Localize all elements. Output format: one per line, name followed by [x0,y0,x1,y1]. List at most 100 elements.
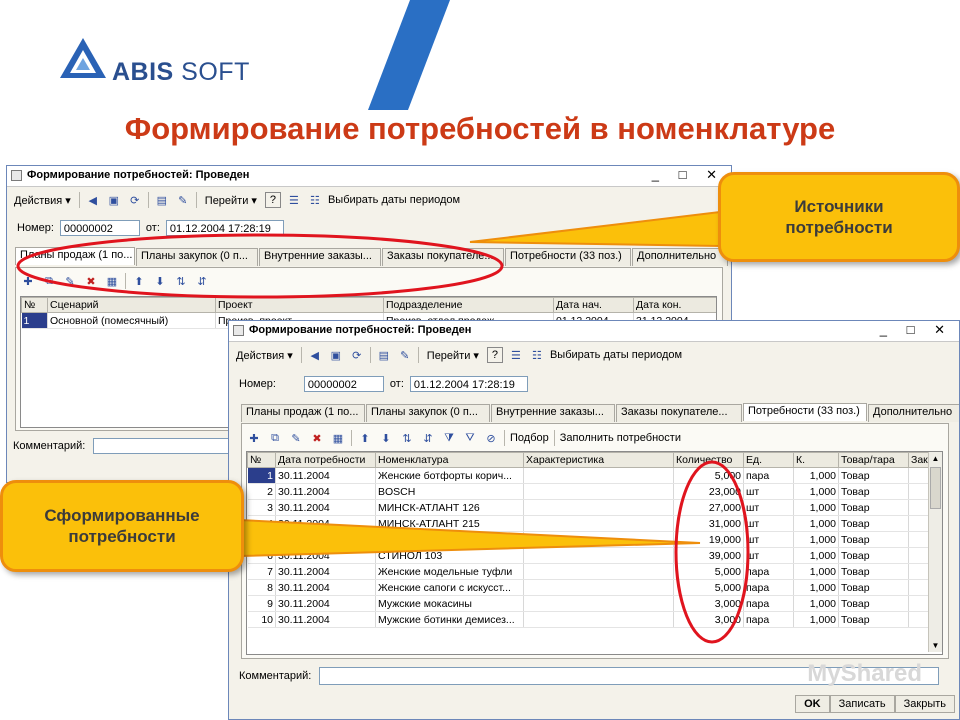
table-row[interactable]: 8 30.11.2004 Женские сапоги с искусст... 5,… [247,579,929,596]
sort-desc-icon[interactable]: ⇵ [194,273,210,289]
move-up-icon[interactable]: ⬆ [131,273,147,289]
unpost-icon[interactable]: ✎ [175,192,191,208]
list-icon[interactable]: ☰ [286,192,302,208]
unit-cell: шт [743,547,794,564]
column-header[interactable]: № [247,452,276,468]
table-row[interactable]: 7 30.11.2004 Женские модельные туфли 5,000 п… [247,563,929,580]
delete-row-icon[interactable]: ✖ [309,430,325,446]
choose-dates-button[interactable]: Выбирать даты периодом [328,194,460,206]
structure-icon[interactable]: ▣ [106,192,122,208]
edit-row-icon[interactable]: ✎ [288,430,304,446]
sort-desc-icon[interactable]: ⇵ [420,430,436,446]
refresh-icon[interactable]: ⟳ [349,347,365,363]
move-down-icon[interactable]: ⬇ [152,273,168,289]
sort-asc-icon[interactable]: ⇅ [399,430,415,446]
back-arrow-icon[interactable]: ◀ [307,347,323,363]
column-header[interactable]: Товар/тара [838,452,909,468]
date-cell: 30.11.2004 [275,515,376,532]
tab-purchase-plans[interactable]: Планы закупок (0 п... [366,404,490,422]
checklist-icon[interactable]: ☷ [529,347,545,363]
column-header[interactable]: Количество [673,452,744,468]
table-row[interactable]: 6 30.11.2004 СТИНОЛ 103 39,000 шт 1,000 Товар [247,547,929,564]
help-icon[interactable]: ? [264,192,281,208]
move-down-icon[interactable]: ⬇ [378,430,394,446]
checklist-icon[interactable]: ☷ [307,192,323,208]
tab-internal-orders[interactable]: Внутренние заказы... [491,404,615,422]
refresh-icon[interactable]: ⟳ [127,192,143,208]
goto-menu[interactable]: Перейти ▾ [202,194,260,207]
column-header[interactable]: Дата потребности [275,452,376,468]
separator [417,347,419,363]
column-header[interactable]: Ед. [743,452,794,468]
tab-additional[interactable]: Дополнительно [632,248,728,266]
clear-filter-icon[interactable]: ⊘ [483,430,499,446]
column-header[interactable]: Номенклатура [375,452,524,468]
tab-needs[interactable]: Потребности (33 поз.) [505,248,631,266]
delete-row-icon[interactable]: ✖ [83,273,99,289]
number-field[interactable]: 00000002 [303,376,384,392]
back-header-fields: Номер: 00000002 от: 01.12.2004 17:28:19 [17,220,284,236]
post-icon[interactable]: ▤ [154,192,170,208]
window-controls[interactable]: _ □ ✕ [652,167,725,183]
scroll-down-arrow[interactable]: ▼ [929,639,942,652]
date-field[interactable]: 01.12.2004 17:28:19 [409,376,528,392]
back-arrow-icon[interactable]: ◀ [85,192,101,208]
move-up-icon[interactable]: ⬆ [357,430,373,446]
table-row[interactable]: 5 30.11.2004 СТИНОЛ 102 19,000 шт 1,000 Товар [247,531,929,548]
window-controls[interactable]: _ □ ✕ [880,322,953,338]
grid-icon[interactable]: ▦ [104,273,120,289]
help-icon[interactable]: ? [486,347,503,363]
column-header[interactable]: Дата нач. [553,297,634,313]
column-header[interactable]: К. [793,452,839,468]
table-row[interactable]: 3 30.11.2004 МИНСК-АТЛАНТ 126 27,000 шт 1,000… [247,499,929,516]
table-row[interactable]: 9 30.11.2004 Мужские мокасины 3,000 пара 1,00… [247,595,929,612]
post-icon[interactable]: ▤ [376,347,392,363]
list-icon[interactable]: ☰ [508,347,524,363]
unpost-icon[interactable]: ✎ [397,347,413,363]
save-button[interactable]: Записать [829,695,895,713]
close-button[interactable]: Закрыть [894,695,955,713]
column-header[interactable]: Сценарий [47,297,216,313]
tab-customer-orders[interactable]: Заказы покупателе... [382,248,504,266]
table-row[interactable]: 10 30.11.2004 Мужские ботинки демисез... 3,… [247,611,929,628]
date-field[interactable]: 01.12.2004 17:28:19 [165,220,284,236]
tab-customer-orders[interactable]: Заказы покупателе... [616,404,742,422]
scroll-thumb[interactable] [930,467,941,509]
order-cell [908,467,929,484]
column-header[interactable]: № [21,297,48,313]
edit-row-icon[interactable]: ✎ [62,273,78,289]
column-header[interactable]: Зак [908,452,929,468]
tab-sales-plans[interactable]: Планы продаж (1 по... [241,404,365,422]
column-header[interactable]: Проект [215,297,384,313]
tab-sales-plans[interactable]: Планы продаж (1 по... [15,247,135,265]
add-row-icon[interactable]: ✚ [246,430,262,446]
number-field[interactable]: 00000002 [59,220,140,236]
select-button[interactable]: Подбор [510,432,549,444]
goto-menu[interactable]: Перейти ▾ [424,349,482,362]
actions-menu[interactable]: Действия ▾ [233,349,296,362]
column-header[interactable]: Характеристика [523,452,674,468]
column-header[interactable]: Подразделение [383,297,554,313]
ok-button[interactable]: OK [795,695,830,713]
filter-icon[interactable]: ⧩ [441,430,457,446]
copy-row-icon[interactable]: ⧉ [267,430,283,446]
table-row[interactable]: 4 30.11.2004 МИНСК-АТЛАНТ 215 31,000 шт 1,000… [247,515,929,532]
vertical-scrollbar[interactable]: ▲ ▼ [928,452,942,652]
structure-icon[interactable]: ▣ [328,347,344,363]
filter-list-icon[interactable]: ⛛ [462,430,478,446]
tab-purchase-plans[interactable]: Планы закупок (0 п... [136,248,258,266]
copy-row-icon[interactable]: ⧉ [41,273,57,289]
add-row-icon[interactable]: ✚ [20,273,36,289]
tab-additional[interactable]: Дополнительно [868,404,959,422]
choose-dates-button[interactable]: Выбирать даты периодом [550,349,682,361]
actions-menu[interactable]: Действия ▾ [11,194,74,207]
tab-needs[interactable]: Потребности (33 поз.) [743,403,867,421]
tab-internal-orders[interactable]: Внутренние заказы... [259,248,381,266]
column-header[interactable]: Дата кон. [633,297,716,313]
fill-needs-button[interactable]: Заполнить потребности [560,432,681,444]
sort-asc-icon[interactable]: ⇅ [173,273,189,289]
scroll-up-arrow[interactable]: ▲ [929,452,942,465]
table-row[interactable]: 1 30.11.2004 Женские ботфорты корич... 5,00… [247,467,929,484]
table-row[interactable]: 2 30.11.2004 BOSCH 23,000 шт 1,000 Товар [247,483,929,500]
grid-icon[interactable]: ▦ [330,430,346,446]
